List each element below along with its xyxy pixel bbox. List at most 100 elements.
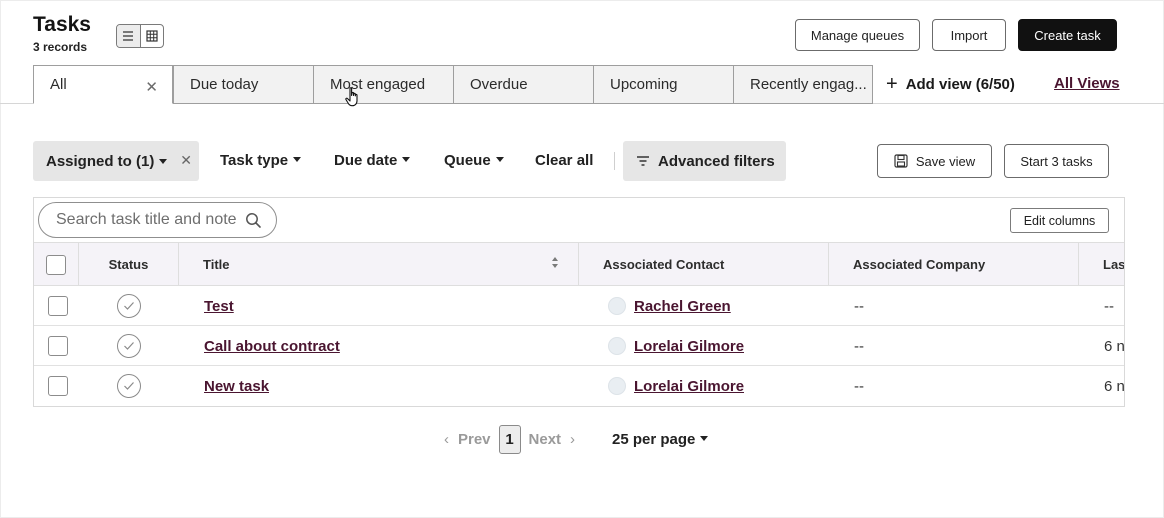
sort-icon[interactable] [552, 257, 558, 268]
save-icon [894, 154, 908, 168]
row-select-cell [48, 286, 68, 326]
contact-link[interactable]: Lorelai Gilmore [634, 378, 744, 395]
task-type-label: Task type [220, 152, 289, 169]
column-associated-contact[interactable]: Associated Contact [579, 243, 829, 286]
task-title-link[interactable]: Test [204, 298, 234, 315]
chevron-right-icon[interactable]: › [570, 431, 575, 448]
table-row: Test Rachel Green -- -- [34, 286, 1124, 326]
record-count: 3 records [33, 40, 88, 54]
task-title-link[interactable]: New task [204, 378, 269, 395]
tab-label: All [50, 76, 67, 93]
title-cell: Call about contract [204, 326, 340, 366]
advanced-filters-button[interactable]: Advanced filters [623, 141, 786, 181]
tasks-table: Edit columns Status Title Associated Con… [33, 197, 1125, 407]
complete-check-icon[interactable] [117, 374, 141, 398]
caret-down-icon [402, 157, 411, 162]
select-all-cell [34, 243, 79, 286]
last-activity-cell: -- [1104, 297, 1114, 315]
clear-all-button[interactable]: Clear all [535, 152, 593, 169]
filter-icon [637, 156, 649, 166]
plus-icon: + [886, 73, 898, 95]
chevron-left-icon[interactable]: ‹ [444, 431, 449, 448]
next-button[interactable]: Next [529, 431, 562, 448]
contact-cell: Rachel Green [608, 286, 731, 326]
column-last-activity[interactable]: Las [1079, 243, 1124, 286]
create-task-button[interactable]: Create task [1018, 19, 1117, 51]
advanced-filters-label: Advanced filters [658, 152, 775, 170]
row-checkbox[interactable] [48, 296, 68, 316]
status-cell [117, 366, 141, 406]
row-select-cell [48, 326, 68, 366]
column-title[interactable]: Title [179, 243, 579, 286]
search-icon[interactable] [245, 212, 262, 229]
manage-queues-button[interactable]: Manage queues [795, 19, 920, 51]
column-title-label: Title [203, 257, 230, 272]
last-activity-cell: 6 n [1104, 377, 1125, 395]
view-toggle[interactable] [116, 24, 164, 48]
status-cell [117, 286, 141, 326]
table-row: Call about contract Lorelai Gilmore -- 6… [34, 326, 1125, 366]
due-date-label: Due date [334, 152, 398, 169]
edit-columns-button[interactable]: Edit columns [1010, 208, 1109, 233]
per-page-label: 25 per page [612, 431, 696, 448]
pagination: ‹ Prev 1 Next › [444, 425, 575, 454]
due-date-filter[interactable]: Due date [334, 152, 411, 169]
column-status[interactable]: Status [79, 243, 179, 286]
save-view-button[interactable]: Save view [877, 144, 992, 178]
close-icon[interactable]: ✕ [180, 152, 192, 169]
filter-divider [614, 152, 615, 170]
column-associated-company[interactable]: Associated Company [829, 243, 1079, 286]
tab-label: Due today [190, 76, 259, 93]
close-icon[interactable]: ✕ [145, 78, 158, 96]
hand-cursor-icon [345, 87, 358, 107]
avatar [608, 377, 626, 395]
table-header: Status Title Associated Contact Associat… [34, 242, 1124, 286]
title-cell: New task [204, 366, 269, 406]
task-title-link[interactable]: Call about contract [204, 338, 340, 355]
tab-label: Recently engag... [750, 76, 867, 93]
page-number-button[interactable]: 1 [498, 425, 521, 454]
status-cell [117, 326, 141, 366]
add-view-button[interactable]: + Add view (6/50) [886, 73, 1015, 95]
assigned-to-filter[interactable]: Assigned to (1) ✕ [33, 141, 199, 181]
prev-button[interactable]: Prev [458, 431, 491, 448]
queue-filter[interactable]: Queue [444, 152, 504, 169]
contact-link[interactable]: Lorelai Gilmore [634, 338, 744, 355]
company-cell: -- [854, 297, 864, 315]
complete-check-icon[interactable] [117, 294, 141, 318]
list-view-icon[interactable] [117, 25, 141, 47]
add-view-label: Add view (6/50) [905, 75, 1015, 93]
row-checkbox[interactable] [48, 336, 68, 356]
company-cell: -- [854, 337, 864, 355]
avatar [608, 337, 626, 355]
tab-all[interactable]: All ✕ [33, 65, 173, 104]
caret-down-icon [495, 157, 504, 162]
company-cell: -- [854, 377, 864, 395]
start-tasks-button[interactable]: Start 3 tasks [1004, 144, 1109, 178]
search-box[interactable] [38, 202, 277, 238]
contact-link[interactable]: Rachel Green [634, 298, 731, 315]
task-type-filter[interactable]: Task type [220, 152, 302, 169]
caret-down-icon [159, 158, 168, 164]
tab-most-engaged[interactable]: Most engaged [313, 65, 454, 104]
row-checkbox[interactable] [48, 376, 68, 396]
import-button[interactable]: Import [932, 19, 1006, 51]
select-all-checkbox[interactable] [46, 254, 66, 275]
tab-recently-engaged[interactable]: Recently engag... [733, 65, 873, 104]
last-activity-cell: 6 n [1104, 337, 1125, 355]
tab-due-today[interactable]: Due today [173, 65, 314, 104]
search-input[interactable] [56, 211, 236, 229]
assigned-to-label: Assigned to (1) [46, 152, 155, 170]
contact-cell: Lorelai Gilmore [608, 366, 744, 406]
tab-overdue[interactable]: Overdue [453, 65, 594, 104]
tab-upcoming[interactable]: Upcoming [593, 65, 734, 104]
complete-check-icon[interactable] [117, 334, 141, 358]
tab-label: Upcoming [610, 76, 678, 93]
avatar [608, 297, 626, 315]
per-page-select[interactable]: 25 per page [612, 431, 709, 448]
all-views-link[interactable]: All Views [1054, 75, 1120, 92]
row-select-cell [48, 366, 68, 406]
title-cell: Test [204, 286, 234, 326]
caret-down-icon [293, 157, 302, 162]
board-view-icon[interactable] [141, 25, 164, 47]
